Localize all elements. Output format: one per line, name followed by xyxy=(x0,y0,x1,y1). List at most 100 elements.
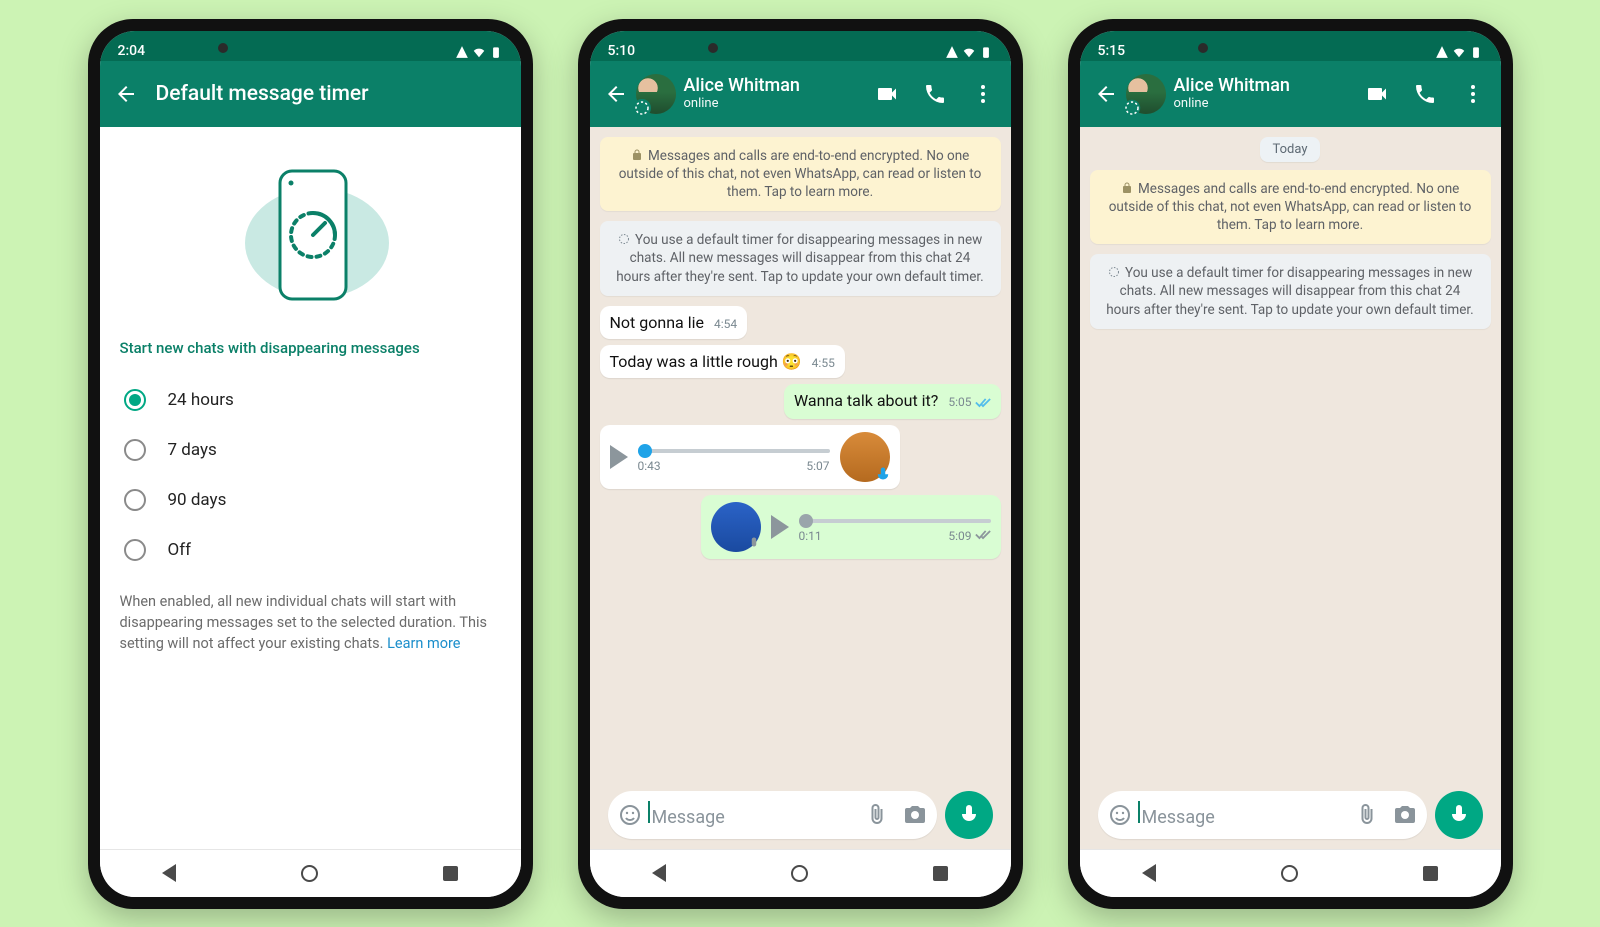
message-out[interactable]: Wanna talk about it?5:05 xyxy=(600,384,1001,419)
radio-label: 7 days xyxy=(168,440,217,460)
mic-button[interactable] xyxy=(1435,791,1483,839)
back-button[interactable] xyxy=(596,74,636,114)
radio-label: 24 hours xyxy=(168,390,234,410)
radio-24-hours[interactable]: 24 hours xyxy=(120,375,501,425)
learn-more-link[interactable]: Learn more xyxy=(387,635,460,652)
timer-badge-icon xyxy=(1123,99,1141,117)
emoji-icon[interactable] xyxy=(1108,803,1132,827)
play-icon[interactable] xyxy=(771,515,789,539)
message-in[interactable]: Not gonna lie4:54 xyxy=(600,306,1001,339)
menu-button[interactable] xyxy=(961,74,1005,114)
attach-icon[interactable] xyxy=(865,803,889,827)
battery-icon xyxy=(489,45,503,59)
voice-message-in[interactable]: 0:435:07 xyxy=(600,425,1001,489)
encryption-banner[interactable]: Messages and calls are end-to-end encryp… xyxy=(600,137,1001,212)
phone-settings: 2:04 Default message timer xyxy=(88,19,533,909)
nav-back[interactable] xyxy=(162,864,176,882)
emoji-icon[interactable] xyxy=(618,803,642,827)
nav-bar xyxy=(100,849,521,897)
back-button[interactable] xyxy=(1086,74,1126,114)
radio-label: Off xyxy=(168,540,192,560)
battery-icon xyxy=(1469,45,1483,59)
app-header: Default message timer xyxy=(100,61,521,127)
contact-status: online xyxy=(1174,96,1290,111)
nav-recents[interactable] xyxy=(933,866,948,881)
radio-icon xyxy=(124,389,146,411)
signal-icon xyxy=(945,45,959,59)
status-bar: 5:10 xyxy=(590,31,1011,61)
status-bar: 2:04 xyxy=(100,31,521,61)
radio-off[interactable]: Off xyxy=(120,525,501,575)
mic-icon xyxy=(745,536,763,554)
voice-message-out[interactable]: 0:11 5:09 xyxy=(600,495,1001,559)
arrow-left-icon xyxy=(114,82,138,106)
radio-7-days[interactable]: 7 days xyxy=(120,425,501,475)
read-ticks-icon xyxy=(975,393,991,412)
wifi-icon xyxy=(962,45,976,59)
nav-back[interactable] xyxy=(652,864,666,882)
more-vert-icon xyxy=(971,82,995,106)
attach-icon[interactable] xyxy=(1355,803,1379,827)
video-call-button[interactable] xyxy=(1355,74,1399,114)
status-time: 5:15 xyxy=(1098,43,1126,59)
wifi-icon xyxy=(1452,45,1466,59)
video-icon xyxy=(1365,82,1389,106)
chat-area: Messages and calls are end-to-end encryp… xyxy=(590,127,1011,849)
status-bar: 5:15 xyxy=(1080,31,1501,61)
radio-label: 90 days xyxy=(168,490,227,510)
arrow-left-icon xyxy=(604,82,628,106)
message-in[interactable]: Today was a little rough 😳4:55 xyxy=(600,345,1001,378)
settings-explain: When enabled, all new individual chats w… xyxy=(120,591,501,654)
radio-icon xyxy=(124,489,146,511)
radio-90-days[interactable]: 90 days xyxy=(120,475,501,525)
voice-call-button[interactable] xyxy=(913,74,957,114)
settings-subhead: Start new chats with disappearing messag… xyxy=(120,339,501,357)
mic-icon xyxy=(1447,803,1471,827)
message-input[interactable]: Message xyxy=(1098,791,1427,839)
lock-icon xyxy=(1121,182,1133,194)
status-time: 5:10 xyxy=(608,43,636,59)
composer: Message xyxy=(1090,783,1491,849)
battery-icon xyxy=(979,45,993,59)
composer: Message xyxy=(600,783,1001,849)
day-chip: Today xyxy=(1260,137,1319,162)
contact-info[interactable]: Alice Whitman online xyxy=(636,74,800,114)
back-button[interactable] xyxy=(106,74,146,114)
chat-area: Today Messages and calls are end-to-end … xyxy=(1080,127,1501,849)
nav-recents[interactable] xyxy=(443,866,458,881)
play-icon[interactable] xyxy=(610,445,628,469)
signal-icon xyxy=(1435,45,1449,59)
message-input[interactable]: Message xyxy=(608,791,937,839)
status-time: 2:04 xyxy=(118,43,146,59)
chat-header: Alice Whitman online xyxy=(1080,61,1501,127)
menu-button[interactable] xyxy=(1451,74,1495,114)
timer-options: 24 hours 7 days 90 days Off xyxy=(120,375,501,575)
timer-banner[interactable]: You use a default timer for disappearing… xyxy=(600,221,1001,296)
nav-home[interactable] xyxy=(301,865,318,882)
mic-icon xyxy=(957,803,981,827)
contact-info[interactable]: Alice Whitman online xyxy=(1126,74,1290,114)
wifi-icon xyxy=(472,45,486,59)
settings-content: Start new chats with disappearing messag… xyxy=(100,127,521,849)
video-call-button[interactable] xyxy=(865,74,909,114)
video-icon xyxy=(875,82,899,106)
nav-back[interactable] xyxy=(1142,864,1156,882)
timer-banner[interactable]: You use a default timer for disappearing… xyxy=(1090,254,1491,329)
contact-status: online xyxy=(684,96,800,111)
encryption-banner[interactable]: Messages and calls are end-to-end encryp… xyxy=(1090,170,1491,245)
phone-icon xyxy=(1413,82,1437,106)
timer-icon xyxy=(618,233,630,245)
nav-home[interactable] xyxy=(791,865,808,882)
voice-call-button[interactable] xyxy=(1403,74,1447,114)
camera-icon[interactable] xyxy=(1393,803,1417,827)
timer-badge-icon xyxy=(633,99,651,117)
timer-illustration xyxy=(120,143,501,333)
radio-icon xyxy=(124,539,146,561)
nav-home[interactable] xyxy=(1281,865,1298,882)
mic-button[interactable] xyxy=(945,791,993,839)
camera-icon[interactable] xyxy=(903,803,927,827)
voice-avatar xyxy=(711,502,761,552)
nav-recents[interactable] xyxy=(1423,866,1438,881)
chat-header: Alice Whitman online xyxy=(590,61,1011,127)
nav-bar xyxy=(1080,849,1501,897)
